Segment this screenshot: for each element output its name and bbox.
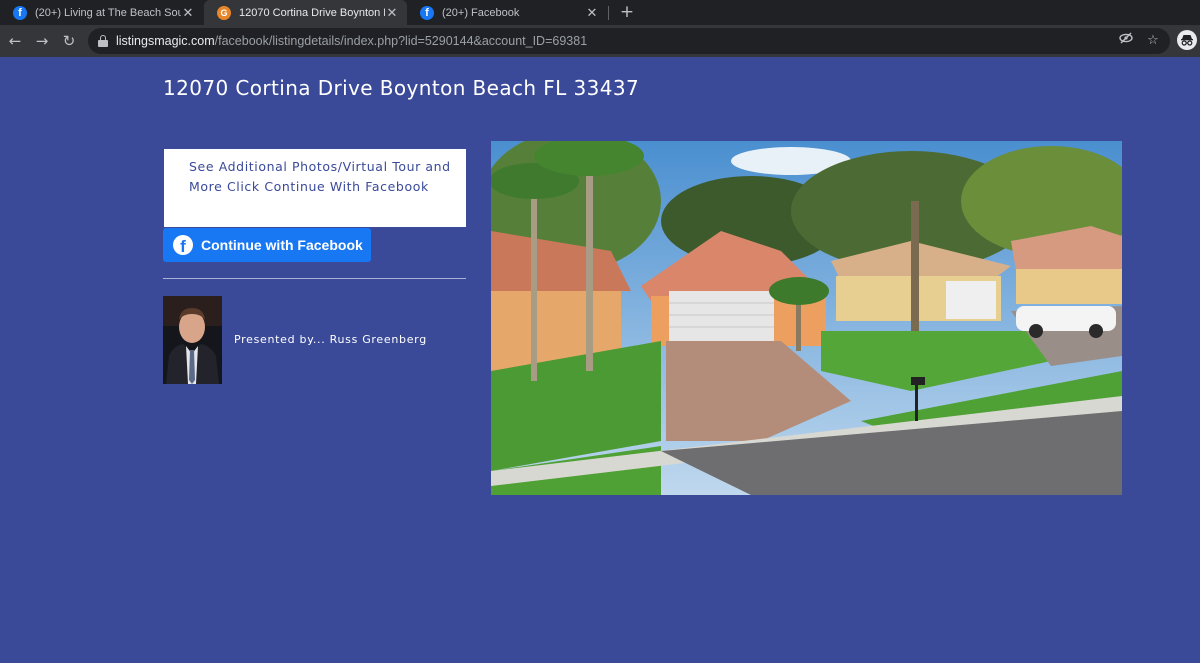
facebook-icon: f	[420, 5, 434, 20]
continue-with-facebook-button[interactable]: f Continue with Facebook	[163, 228, 371, 262]
tab-separator	[608, 6, 609, 20]
url-text[interactable]: listingsmagic.com/facebook/listingdetail…	[116, 34, 587, 48]
info-text: See Additional Photos/Virtual Tour and M…	[189, 159, 451, 194]
facebook-icon: f	[173, 235, 193, 255]
address-bar[interactable]: listingsmagic.com/facebook/listingdetail…	[88, 28, 1170, 54]
tab-title: (20+) Facebook	[442, 6, 520, 19]
close-icon[interactable]: ✕	[385, 5, 399, 21]
forward-arrow-icon[interactable]: →	[32, 31, 52, 51]
tab-title: (20+) Living at The Beach South	[35, 6, 181, 19]
page-content: 12070 Cortina Drive Boynton Beach FL 334…	[0, 57, 1200, 663]
url-path: /facebook/listingdetails/index.php?lid=5…	[214, 34, 588, 48]
presented-by-text: Presented by... Russ Greenberg	[234, 333, 427, 346]
facebook-icon: f	[13, 5, 27, 20]
listing-photo[interactable]	[491, 141, 1122, 495]
reload-icon[interactable]: ↻	[59, 31, 79, 51]
tab-title: 12070 Cortina Drive Boynton Bea	[239, 6, 385, 19]
close-icon[interactable]: ✕	[585, 5, 599, 21]
browser-tab-3[interactable]: f (20+) Facebook ✕	[407, 0, 607, 25]
page-title: 12070 Cortina Drive Boynton Beach FL 334…	[163, 76, 640, 100]
browser-tab-2[interactable]: G 12070 Cortina Drive Boynton Bea ✕	[204, 0, 407, 25]
close-icon[interactable]: ✕	[181, 5, 195, 21]
url-host: listingsmagic.com	[116, 34, 215, 48]
lock-icon	[98, 35, 108, 47]
divider	[163, 278, 466, 279]
incognito-profile-icon[interactable]	[1177, 30, 1197, 50]
browser-toolbar: ← → ↻ listingsmagic.com/facebook/listing…	[0, 25, 1200, 57]
fb-button-label: Continue with Facebook	[201, 237, 363, 253]
back-arrow-icon[interactable]: ←	[5, 31, 25, 51]
new-tab-button[interactable]: +	[617, 2, 637, 22]
browser-tab-1[interactable]: f (20+) Living at The Beach South ✕	[0, 0, 203, 25]
info-card: See Additional Photos/Virtual Tour and M…	[164, 149, 466, 227]
agent-photo	[163, 296, 222, 384]
browser-tab-bar: f (20+) Living at The Beach South ✕ G 12…	[0, 0, 1200, 25]
listingsmagic-icon: G	[217, 5, 231, 20]
eye-off-icon[interactable]	[1117, 32, 1135, 50]
star-icon[interactable]: ☆	[1144, 32, 1162, 50]
